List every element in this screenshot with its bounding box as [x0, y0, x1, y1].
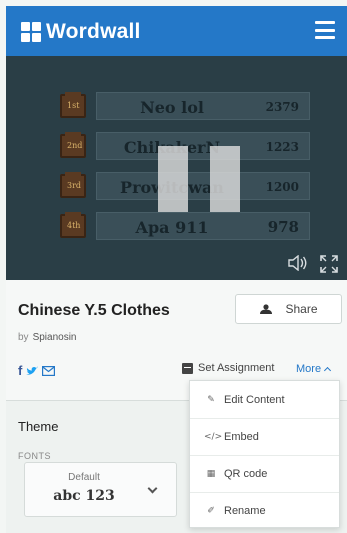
player-score: 1223 [265, 140, 299, 154]
rename-icon: ✐ [207, 506, 215, 516]
code-icon: </> [204, 432, 223, 442]
qr-code-icon: ▦ [206, 469, 216, 479]
rank-badge: 1st [60, 92, 86, 118]
social-links: f [18, 363, 56, 378]
player-score: 2379 [265, 100, 299, 114]
leaderboard-entry: Neo lol 2379 [96, 92, 310, 120]
logo-text: Wordwall [46, 20, 141, 43]
fullscreen-icon[interactable] [319, 254, 339, 274]
rank-badge: 2nd [60, 132, 86, 158]
activity-title: Chinese Y.5 Clothes [18, 302, 170, 319]
menu-item-edit-content[interactable]: ✎ Edit Content [190, 381, 339, 418]
font-sample: abc 123 [53, 488, 115, 504]
by-label: by [18, 332, 29, 343]
author-byline: by Spianosin [18, 332, 76, 343]
more-button[interactable]: More [296, 363, 332, 375]
author-link[interactable]: Spianosin [33, 332, 77, 343]
email-icon[interactable] [42, 365, 56, 376]
font-select[interactable]: Default abc 123 [24, 462, 177, 517]
wordwall-logo[interactable]: Wordwall [21, 20, 141, 44]
menu-item-label: Embed [224, 431, 259, 443]
font-name: Default [68, 472, 100, 483]
rank-badge: 3rd [60, 172, 86, 198]
volume-icon[interactable] [288, 255, 308, 271]
logo-grid-icon [21, 22, 41, 42]
player-score: 1200 [265, 180, 299, 194]
theme-title: Theme [18, 419, 59, 434]
pause-icon[interactable] [158, 146, 240, 212]
player-name: Neo lol [140, 98, 204, 117]
more-dropdown-menu: ✎ Edit Content </> Embed ▦ QR code ✐ Ren… [189, 380, 340, 528]
user-icon [260, 304, 273, 314]
player-name: Apa 911 [135, 218, 209, 237]
game-player[interactable]: 1st Neo lol 2379 2nd ChikakerN 1223 3rd … [6, 56, 347, 280]
share-label: Share [285, 302, 318, 316]
menu-item-qr-code[interactable]: ▦ QR code [190, 455, 339, 492]
app-header: Wordwall [6, 6, 347, 56]
player-score: 978 [267, 218, 299, 236]
fonts-label: FONTS [18, 451, 51, 461]
chevron-down-icon [147, 483, 158, 494]
leaderboard-row: 1st Neo lol 2379 [60, 92, 310, 120]
leaderboard-entry: Apa 911 978 [96, 212, 310, 240]
more-label: More [296, 363, 322, 375]
hamburger-menu-icon[interactable] [315, 21, 335, 39]
twitter-icon[interactable] [26, 366, 39, 376]
rank-badge: 4th [60, 212, 86, 238]
menu-item-label: QR code [224, 468, 268, 480]
menu-item-rename[interactable]: ✐ Rename [190, 492, 339, 529]
menu-item-label: Edit Content [224, 393, 285, 406]
pencil-icon: ✎ [207, 394, 215, 405]
menu-item-label: Rename [224, 505, 266, 517]
set-assignment-label: Set Assignment [198, 362, 275, 374]
share-button[interactable]: Share [235, 294, 342, 324]
leaderboard-row: 4th Apa 911 978 [60, 212, 310, 240]
menu-item-embed[interactable]: </> Embed [190, 418, 339, 455]
chevron-up-icon [324, 366, 332, 375]
assignment-icon [182, 362, 193, 374]
facebook-icon[interactable]: f [18, 363, 22, 378]
set-assignment-button[interactable]: Set Assignment [182, 362, 274, 374]
